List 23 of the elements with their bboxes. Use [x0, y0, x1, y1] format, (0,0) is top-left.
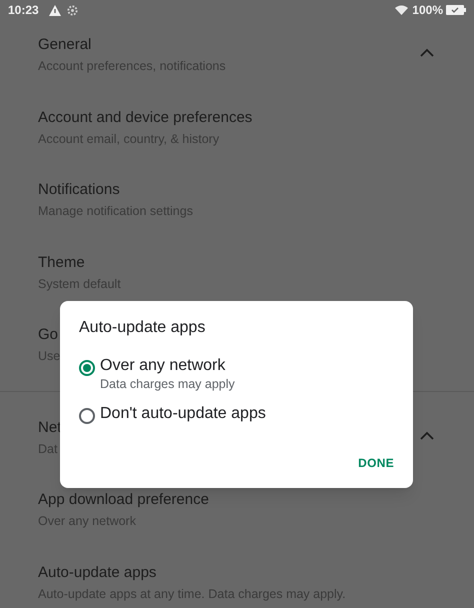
warning-icon	[48, 4, 61, 16]
chevron-up-icon[interactable]	[420, 430, 434, 440]
setting-title: Net	[38, 418, 62, 436]
chevron-up-icon[interactable]	[420, 48, 434, 57]
setting-title: Theme	[38, 254, 85, 272]
wifi-icon	[395, 5, 408, 15]
option-subtitle: Data charges may apply	[100, 376, 235, 392]
battery-icon	[446, 5, 466, 15]
option-label: Don't auto-update apps	[100, 404, 266, 424]
battery-percentage: 100%	[412, 2, 443, 19]
dialog-title: Auto-update apps	[79, 318, 206, 338]
option-label: Over any network	[100, 356, 226, 376]
radio-button[interactable]	[79, 360, 95, 376]
setting-title: Notifications	[38, 181, 120, 199]
done-button[interactable]: DONE	[358, 454, 394, 472]
setting-title: Account and device preferences	[38, 108, 252, 126]
setting-title: Auto-update apps	[38, 564, 156, 582]
setting-title: App download preference	[38, 491, 209, 509]
setting-title: General	[38, 36, 92, 54]
status-time: 10:23	[8, 2, 39, 19]
radio-button[interactable]	[79, 408, 95, 424]
setting-title: Go	[38, 326, 58, 344]
gear-icon	[66, 4, 78, 16]
